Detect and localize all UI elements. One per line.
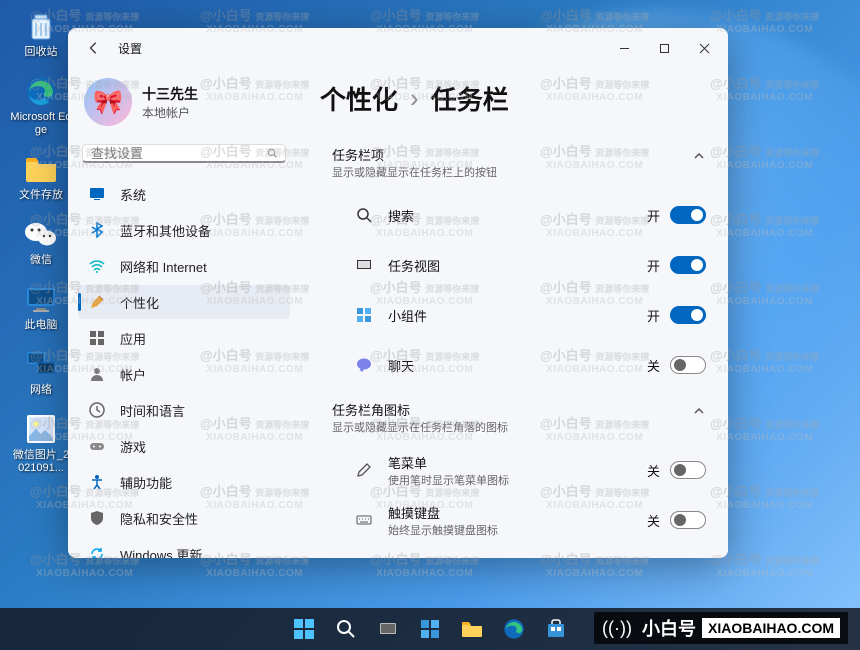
accessibility-icon: [88, 473, 106, 491]
toggle-switch[interactable]: [670, 306, 706, 324]
edge-taskbar-icon[interactable]: [496, 611, 532, 647]
this-pc-icon[interactable]: 此电脑: [10, 281, 72, 332]
sidebar-item-update[interactable]: Windows 更新: [78, 537, 290, 558]
widgets-icon: [354, 305, 374, 325]
toggle-switch[interactable]: [670, 356, 706, 374]
system-icon: [88, 185, 106, 203]
sidebar-item-label: 辅助功能: [120, 473, 172, 492]
breadcrumb-current: 任务栏: [431, 80, 509, 117]
back-button[interactable]: [78, 32, 110, 64]
taskview-icon: [354, 255, 374, 275]
section-header[interactable]: 任务栏角图标显示或隐藏显示在任务栏角落的图标: [320, 390, 718, 445]
sidebar-item-privacy[interactable]: 隐私和安全性: [78, 501, 290, 535]
explorer-icon[interactable]: [454, 611, 490, 647]
sidebar-item-bluetooth[interactable]: 蓝牙和其他设备: [78, 213, 290, 247]
toggle-switch[interactable]: [670, 206, 706, 224]
breadcrumb-parent[interactable]: 个性化: [320, 80, 398, 117]
sidebar-item-label: 应用: [120, 329, 146, 348]
sidebar-item-label: 游戏: [120, 437, 146, 456]
sidebar-item-label: 帐户: [120, 365, 146, 384]
sidebar-item-label: 隐私和安全性: [120, 509, 198, 528]
search-box[interactable]: [82, 144, 286, 163]
sidebar-item-label: 蓝牙和其他设备: [120, 221, 211, 240]
apps-icon: [88, 329, 106, 347]
toggle-switch[interactable]: [670, 256, 706, 274]
settings-window: 设置 🎀 十三先生 本地帐户 系统蓝牙和其他设备网络和 Internet 个性化应…: [68, 28, 728, 558]
setting-row-touchpad: 虚拟触摸板关: [320, 545, 718, 558]
chevron-right-icon: ›: [410, 83, 419, 114]
network-icon: [88, 257, 106, 275]
setting-row-keyboard: 触摸键盘始终显示触摸键盘图标关: [320, 495, 718, 545]
sidebar-item-label: Windows 更新: [120, 545, 202, 559]
edge-icon[interactable]: Microsoft Edge: [10, 73, 72, 137]
watermark-corner: ((·)) 小白号 XIAOBAIHAO.COM: [594, 612, 848, 644]
sidebar-item-system[interactable]: 系统: [78, 177, 290, 211]
toggle-state-label: 开: [647, 256, 660, 275]
toggle-state-label: 关: [647, 511, 660, 530]
wechat-icon[interactable]: 微信: [10, 216, 72, 267]
search-icon: [354, 205, 374, 225]
content-area: 个性化 › 任务栏 任务栏项显示或隐藏显示在任务栏上的按钮搜索开任务视图开小组件…: [300, 68, 728, 558]
keyboard-icon: [354, 510, 374, 530]
image-file-icon[interactable]: 微信图片_2021091...: [10, 411, 72, 475]
setting-row-chat: 聊天关: [320, 340, 718, 390]
taskview-icon[interactable]: [370, 611, 406, 647]
chat-icon: [354, 355, 374, 375]
setting-row-widgets: 小组件开: [320, 290, 718, 340]
taskbar-search-icon[interactable]: [328, 611, 364, 647]
sidebar-item-apps[interactable]: 应用: [78, 321, 290, 355]
sidebar-item-label: 系统: [120, 185, 146, 204]
desktop-icons: 回收站 Microsoft Edge 文件存放 微信 此电脑 网络 微信图片_2…: [10, 8, 72, 475]
search-icon: [267, 145, 277, 161]
sidebar-item-accounts[interactable]: 帐户: [78, 357, 290, 391]
start-button[interactable]: [286, 611, 322, 647]
sidebar-item-network[interactable]: 网络和 Internet: [78, 249, 290, 283]
time-icon: [88, 401, 106, 419]
sidebar-item-personalization[interactable]: 个性化: [78, 285, 290, 319]
section-header[interactable]: 任务栏项显示或隐藏显示在任务栏上的按钮: [320, 135, 718, 190]
setting-row-pen: 笔菜单使用笔时显示笔菜单图标关: [320, 445, 718, 495]
toggle-switch[interactable]: [670, 461, 706, 479]
nav-list: 系统蓝牙和其他设备网络和 Internet 个性化应用帐户时间和语言游戏辅助功能隐…: [78, 177, 290, 558]
sidebar-item-accessibility[interactable]: 辅助功能: [78, 465, 290, 499]
accounts-icon: [88, 365, 106, 383]
sidebar-item-label: 个性化: [120, 293, 159, 312]
profile[interactable]: 🎀 十三先生 本地帐户: [78, 76, 290, 136]
toggle-state-label: 开: [647, 306, 660, 325]
pen-icon: [354, 460, 374, 480]
toggle-switch[interactable]: [670, 511, 706, 529]
sidebar-item-time[interactable]: 时间和语言: [78, 393, 290, 427]
breadcrumb: 个性化 › 任务栏: [320, 80, 718, 117]
sidebar: 🎀 十三先生 本地帐户 系统蓝牙和其他设备网络和 Internet 个性化应用帐户…: [68, 68, 300, 558]
privacy-icon: [88, 509, 106, 527]
chevron-up-icon: [692, 404, 706, 418]
network-icon[interactable]: 网络: [10, 346, 72, 397]
toggle-state-label: 关: [647, 461, 660, 480]
search-input[interactable]: [91, 146, 267, 161]
store-icon[interactable]: [538, 611, 574, 647]
toggle-state-label: 开: [647, 206, 660, 225]
sidebar-item-label: 网络和 Internet: [120, 257, 207, 276]
close-button[interactable]: [684, 32, 724, 64]
widgets-icon[interactable]: [412, 611, 448, 647]
folder-icon[interactable]: 文件存放: [10, 151, 72, 202]
sidebar-item-label: 时间和语言: [120, 401, 185, 420]
maximize-button[interactable]: [644, 32, 684, 64]
minimize-button[interactable]: [604, 32, 644, 64]
titlebar: 设置: [68, 28, 728, 68]
window-title: 设置: [118, 40, 142, 57]
avatar: 🎀: [84, 78, 132, 126]
chevron-up-icon: [692, 149, 706, 163]
bluetooth-icon: [88, 221, 106, 239]
personalization-icon: [88, 293, 106, 311]
recycle-bin-icon[interactable]: 回收站: [10, 8, 72, 59]
setting-row-search: 搜索开: [320, 190, 718, 240]
update-icon: [88, 545, 106, 558]
setting-row-taskview: 任务视图开: [320, 240, 718, 290]
toggle-state-label: 关: [647, 356, 660, 375]
gaming-icon: [88, 437, 106, 455]
sidebar-item-gaming[interactable]: 游戏: [78, 429, 290, 463]
